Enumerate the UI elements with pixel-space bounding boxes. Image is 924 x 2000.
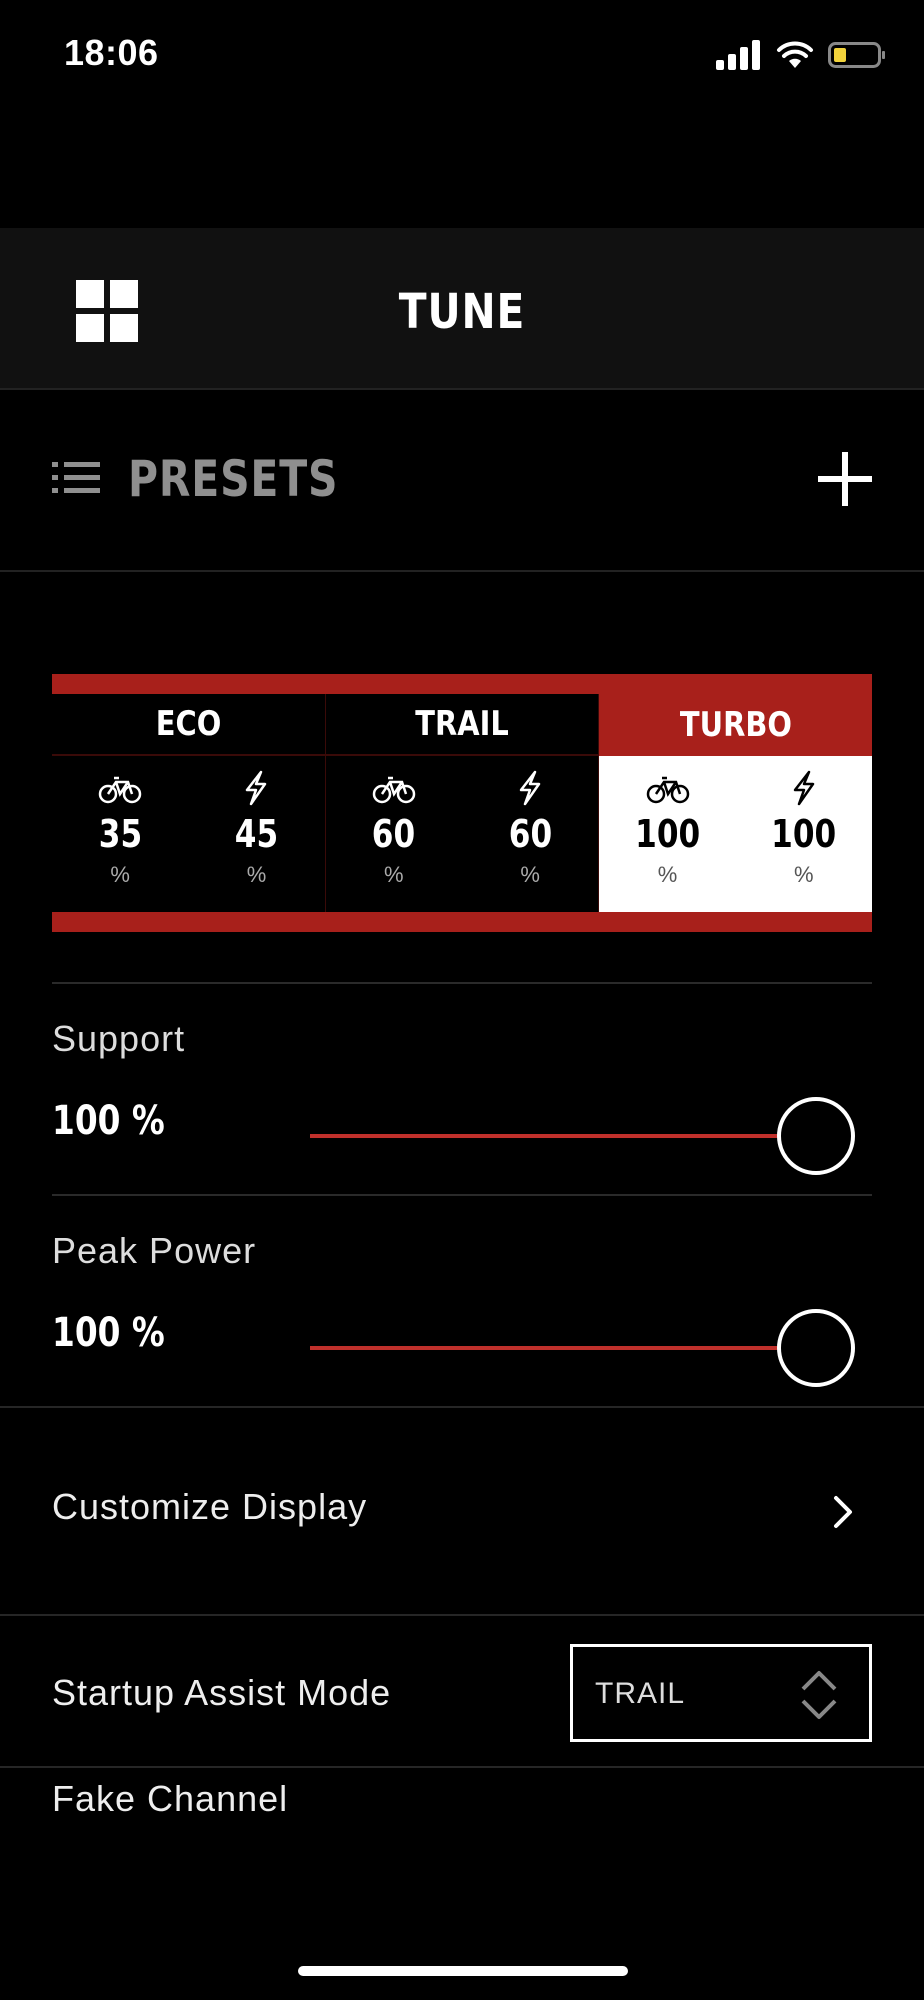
list-icon [52,462,100,493]
support-label: Support [52,1018,186,1059]
power-metric: 100 % [764,770,844,888]
fake-channel-row[interactable]: Fake Channel [0,1768,924,1812]
peak-power-slider-thumb[interactable] [777,1309,855,1387]
support-value-text: 100 % [52,1098,165,1144]
support-metric: 60 % [354,770,434,888]
customize-display-label: Customize Display [52,1486,368,1527]
mode-name: TURBO [679,705,792,745]
unit-label: % [794,862,814,887]
bike-icon [372,776,416,804]
mode-name: TRAIL [415,704,509,744]
app-header: TUNE [0,228,924,390]
fake-channel-label: Fake Channel [52,1778,289,1812]
mode-name: ECO [155,704,222,744]
lightning-icon [519,770,541,806]
lightning-icon [246,770,267,806]
presets-label: PRESETS [128,450,339,508]
mode-eco[interactable]: ECO 35 % 45 % [52,694,326,912]
support-slider-thumb[interactable] [777,1097,855,1175]
peak-power-slider-block: Peak Power 100 % [0,1196,924,1406]
unit-label: % [657,862,678,887]
power-value: 60 [508,812,552,856]
startup-assist-value: TRAIL [595,1677,686,1710]
support-value: 100 [634,812,701,856]
mode-trail[interactable]: TRAIL 60 % 60 % [325,694,600,912]
mode-turbo[interactable]: TURBO 100 % 100 % [599,694,873,912]
customize-display-row[interactable]: Customize Display [0,1410,924,1614]
assist-mode-table: ECO 35 % 45 % TRAIL 60 % 60 % TURBO 100 … [52,674,873,932]
support-slider-block: Support 100 % [0,984,924,1194]
power-value: 100 [771,812,837,856]
page-title: TUNE [398,284,526,340]
home-indicator[interactable] [298,1966,628,1976]
startup-assist-select[interactable]: TRAIL [570,1644,872,1742]
lightning-icon [793,770,815,806]
up-down-chevron-icon [801,1671,837,1719]
peak-power-value-text: 100 % [52,1310,165,1356]
power-metric: 60 % [490,770,570,888]
plus-icon[interactable] [818,452,872,506]
unit-label: % [246,862,267,887]
support-value: 35 [98,812,142,856]
power-value: 45 [234,812,279,856]
startup-assist-row: Startup Assist Mode TRAIL [0,1616,924,1766]
power-metric: 45 % [216,770,296,888]
support-metric: 100 % [628,770,708,888]
presets-row[interactable]: PRESETS [0,392,924,572]
unit-label: % [110,862,130,887]
support-metric: 35 % [80,770,160,888]
unit-label: % [384,862,404,887]
unit-label: % [520,862,540,887]
startup-assist-label: Startup Assist Mode [52,1672,392,1713]
battery-icon [828,42,885,68]
wifi-icon [777,41,813,68]
peak-power-slider-track[interactable] [310,1346,815,1350]
status-icons [716,40,886,70]
divider [0,1406,924,1408]
support-slider-track[interactable] [310,1134,815,1138]
status-bar: 18:06 [0,0,924,110]
bike-icon [98,776,142,804]
signal-icon [716,40,760,70]
chevron-right-icon [834,1496,852,1528]
status-time: 18:06 [64,32,159,73]
bike-icon [646,776,689,804]
support-value: 60 [372,812,416,856]
peak-power-label: Peak Power [52,1230,257,1271]
